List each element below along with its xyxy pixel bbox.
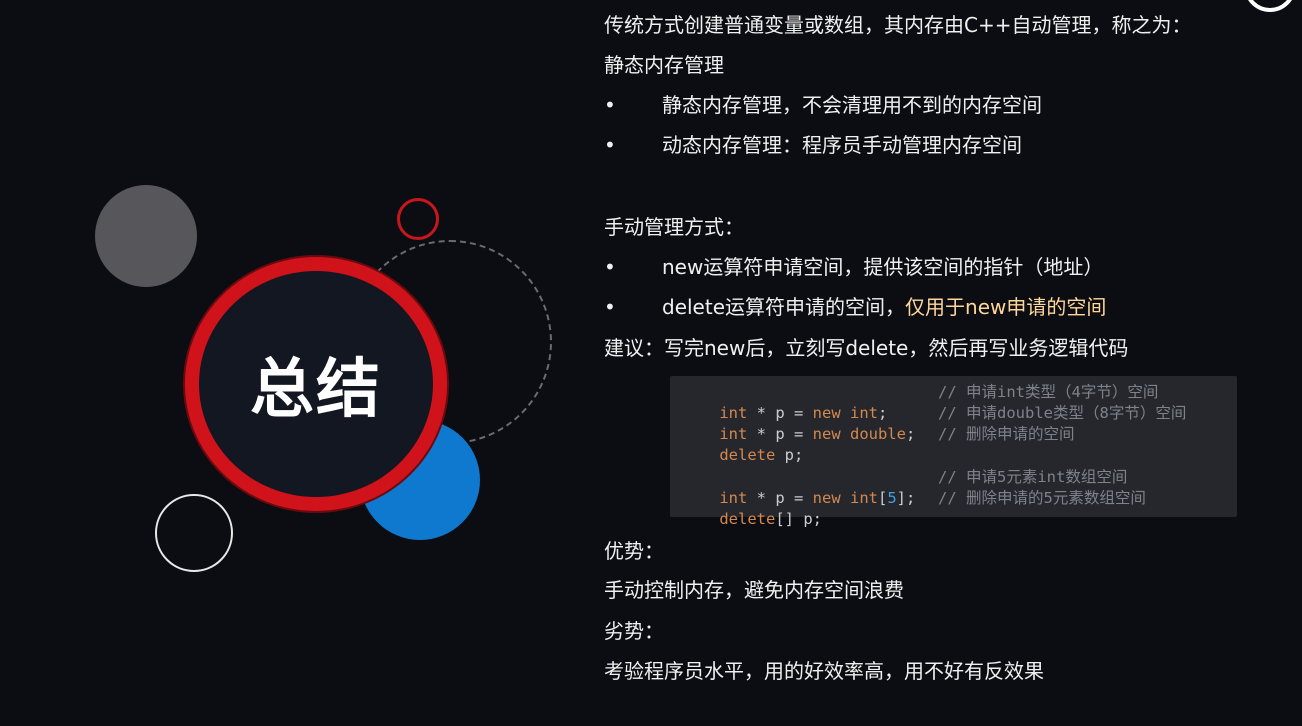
code-block: int * p = new int;// 申请int类型（4字节）空间 int …: [670, 376, 1237, 528]
code-number: 5: [887, 489, 897, 507]
cons-text: 考验程序员水平，用的好效率高，用不好有反效果: [604, 659, 1044, 683]
page-title: 总结: [250, 353, 382, 427]
memory-type-item: • 静态内存管理，不会清理用不到的内存空间: [604, 90, 1042, 120]
code-comment: // 删除申请的5元素数组空间: [938, 489, 1146, 507]
bullet-icon: •: [604, 295, 616, 319]
memory-type-text: 静态内存管理，不会清理用不到的内存空间: [662, 93, 1042, 117]
manual-item: • new运算符申请空间，提供该空间的指针（地址）: [604, 252, 1103, 282]
bullet-icon: •: [604, 255, 616, 279]
memory-type-item: • 动态内存管理：程序员手动管理内存空间: [604, 130, 1022, 160]
code-line: delete[] p; // 删除申请的5元素数组空间: [682, 488, 1146, 551]
code-keyword: new int: [812, 489, 878, 507]
highlighted-note: 仅用于new申请的空间: [905, 295, 1107, 319]
intro-line-1: 传统方式创建普通变量或数组，其内存由C++自动管理，称之为：: [604, 13, 1192, 37]
manual-heading: 手动管理方式：: [604, 215, 744, 239]
bullet-icon: •: [604, 93, 616, 117]
code-text: p;: [775, 446, 804, 464]
pros-heading: 优势：: [604, 539, 664, 563]
code-text: ];: [896, 489, 916, 507]
code-comment: // 申请5元素int数组空间: [938, 468, 1128, 486]
code-keyword: new double: [812, 425, 906, 443]
corner-ring-decoration: [1244, 0, 1296, 12]
code-text: ;: [905, 425, 916, 443]
code-comment: // 删除申请的空间: [938, 425, 1075, 443]
advice-line: 建议：写完new后，立刻写delete，然后再写业务逻辑代码: [604, 336, 1129, 360]
code-keyword: delete: [719, 510, 776, 528]
code-text: [: [877, 489, 888, 507]
intro-line-2: 静态内存管理: [604, 53, 724, 77]
cons-heading: 劣势：: [604, 619, 664, 643]
gray-circle-decoration: [95, 185, 197, 287]
code-keyword: delete: [719, 446, 776, 464]
pros-text: 手动控制内存，避免内存空间浪费: [604, 578, 904, 602]
manual-item-text: delete运算符申请的空间，: [662, 295, 906, 319]
manual-item-text: new运算符申请空间，提供该空间的指针（地址）: [662, 255, 1104, 279]
code-comment: // 申请double类型（8字节）空间: [938, 404, 1187, 422]
bullet-icon: •: [604, 133, 616, 157]
code-comment: // 申请int类型（4字节）空间: [938, 383, 1159, 401]
small-red-ring-decoration: [397, 198, 439, 240]
white-ring-decoration: [155, 494, 233, 572]
manual-item: • delete运算符申请的空间，仅用于new申请的空间: [604, 292, 1106, 322]
code-text: [] p;: [775, 510, 822, 528]
title-ring: 总结: [185, 257, 447, 511]
memory-type-text: 动态内存管理：程序员手动管理内存空间: [662, 133, 1022, 157]
